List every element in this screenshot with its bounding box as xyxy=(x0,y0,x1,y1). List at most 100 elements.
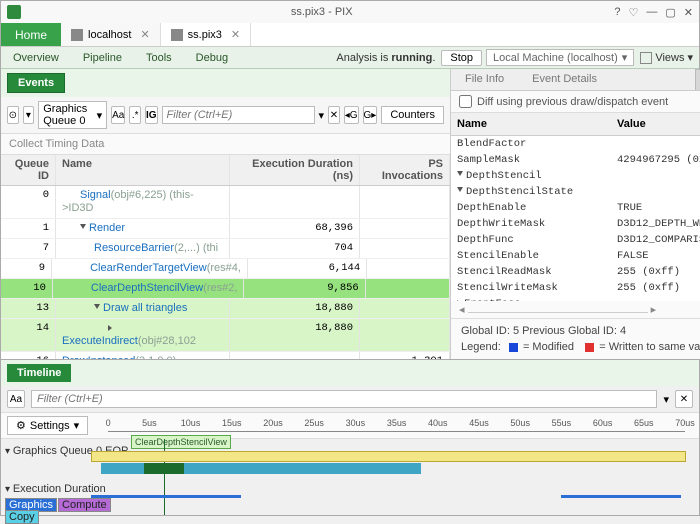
font-button[interactable]: Aa xyxy=(111,106,125,124)
event-row[interactable]: 14 ExecuteIndirect(obj#28,102 18,880 xyxy=(1,319,450,352)
chevron-down-icon[interactable]: ▾ xyxy=(319,109,325,122)
counters-button[interactable]: Counters xyxy=(381,106,444,124)
property-row[interactable]: StencilWriteMask255 (0xff) xyxy=(451,280,700,296)
timeline-event-tag[interactable]: ClearDepthStencilView xyxy=(131,435,231,449)
chevron-down-icon: ▾ xyxy=(687,51,693,64)
tl-clear-button[interactable]: ✕ xyxy=(675,390,693,408)
diff-label: Diff using previous draw/dispatch event xyxy=(477,96,668,108)
axis-tick: 30us xyxy=(346,418,366,428)
event-row[interactable]: 9 ClearRenderTargetView(res#4, 6,144 xyxy=(1,259,450,279)
camera-icon xyxy=(171,29,183,41)
subnav-item[interactable]: Overview xyxy=(1,52,71,64)
property-row[interactable]: StencilReadMask255 (0xff) xyxy=(451,264,700,280)
timeline-bar-render[interactable] xyxy=(91,451,686,462)
axis-tick: 70us xyxy=(675,418,695,428)
axis-tick: 60us xyxy=(593,418,613,428)
tl-font-button[interactable]: Aa xyxy=(7,390,25,408)
monitor-icon xyxy=(71,29,83,41)
property-row[interactable]: DepthEnableTRUE xyxy=(451,200,700,216)
subnav-item[interactable]: Debug xyxy=(184,52,240,64)
maximize-button[interactable]: ▢ xyxy=(665,6,675,19)
col-duration[interactable]: Execution Duration (ns) xyxy=(230,155,360,185)
axis-tick: 65us xyxy=(634,418,654,428)
tab-event-details[interactable]: Event Details xyxy=(518,69,611,90)
event-row[interactable]: 7 ResourceBarrier(2,...) (thi 704 xyxy=(1,239,450,259)
property-row[interactable]: BlendFactor xyxy=(451,136,700,152)
analysis-status: Analysis is running. xyxy=(336,52,435,64)
property-row[interactable]: DepthFuncD3D12_COMPARISON_FUNC_… xyxy=(451,232,700,248)
col-prop-value[interactable]: Value xyxy=(611,116,700,132)
tab-file-info[interactable]: File Info xyxy=(451,69,518,90)
axis-tick: 35us xyxy=(387,418,407,428)
event-row[interactable]: 10 ClearDepthStencilView(res#2, 9,856 xyxy=(1,279,450,299)
home-button[interactable]: Home xyxy=(1,23,61,46)
chevron-down-icon: ▾ xyxy=(74,419,80,432)
property-row[interactable]: StencilEnableFALSE xyxy=(451,248,700,264)
doc-tab[interactable]: localhost✕ xyxy=(61,23,161,46)
lane-label-exec: ▾ Execution Duration xyxy=(5,483,106,495)
tab-state[interactable]: State xyxy=(695,69,700,90)
property-row[interactable]: DepthWriteMaskD3D12_DEPTH_WRITE_MASK… xyxy=(451,216,700,232)
filter-mode-button[interactable]: .* xyxy=(129,106,141,124)
events-toolbar: ⊙ ▾ Graphics Queue 0 ▾ Aa .* IG ▾ ✕ ◂G G… xyxy=(1,97,450,134)
views-button[interactable]: Views▾ xyxy=(640,51,693,64)
exec-bar-1[interactable] xyxy=(91,495,241,498)
events-panel-header: Events xyxy=(7,73,65,93)
axis-tick: 0 xyxy=(106,418,111,428)
prev-group-button[interactable]: ◂G xyxy=(344,106,359,124)
close-button[interactable]: ✕ xyxy=(684,6,693,19)
chevron-down-icon: ▾ xyxy=(97,109,103,122)
sub-nav: OverviewPipelineToolsDebug Analysis is r… xyxy=(1,47,699,69)
timeline-filter-input[interactable] xyxy=(31,390,657,408)
chevron-down-icon: ▾ xyxy=(622,51,628,64)
chevron-down-icon[interactable]: ▾ xyxy=(663,393,669,406)
close-tab-icon[interactable]: ✕ xyxy=(140,28,149,41)
edit-icon xyxy=(640,52,652,64)
next-group-button[interactable]: G▸ xyxy=(363,106,378,124)
minimize-button[interactable]: — xyxy=(646,6,657,19)
help-icon[interactable]: ? xyxy=(614,6,620,19)
timeline-body[interactable]: ▾ Graphics Queue 0 EOP ClearDepthStencil… xyxy=(1,439,699,517)
axis-tick: 15us xyxy=(222,418,242,428)
close-tab-icon[interactable]: ✕ xyxy=(231,28,240,41)
subnav-item[interactable]: Tools xyxy=(134,52,184,64)
doc-tab[interactable]: ss.pix3✕ xyxy=(161,23,251,46)
diff-checkbox[interactable] xyxy=(459,95,472,108)
event-row[interactable]: 0 Signal(obj#6,225) (this->ID3D xyxy=(1,186,450,219)
collect-timing-link[interactable]: Collect Timing Data xyxy=(1,134,450,155)
menu-button[interactable]: ▾ xyxy=(23,106,35,124)
app-logo xyxy=(7,5,21,19)
time-axis: 05us10us15us20us25us30us35us40us45us50us… xyxy=(108,418,685,432)
group-button[interactable]: IG xyxy=(145,106,158,124)
heart-icon[interactable]: ♡ xyxy=(629,6,639,19)
property-row[interactable]: SampleMask4294967295 (0xffffffff) xyxy=(451,152,700,168)
axis-tick: 5us xyxy=(142,418,157,428)
global-id-label: Global ID: 5 Previous Global ID: 4 xyxy=(461,325,700,337)
event-row[interactable]: 13 Draw all triangles 18,880 xyxy=(1,299,450,319)
property-row[interactable]: DepthStencil xyxy=(451,168,700,184)
event-row[interactable]: 1 Render 68,396 xyxy=(1,219,450,239)
timeline-bar-selected[interactable] xyxy=(144,463,184,474)
record-button[interactable]: ⊙ xyxy=(7,106,19,124)
titlebar: ss.pix3 - PIX ? ♡ — ▢ ✕ xyxy=(1,1,699,23)
queue-selector[interactable]: Graphics Queue 0 ▾ xyxy=(38,101,107,129)
stop-button[interactable]: Stop xyxy=(441,50,482,66)
same-swatch xyxy=(585,343,594,352)
settings-button[interactable]: ⚙ Settings ▾ xyxy=(7,416,88,435)
col-ps-invocations[interactable]: PS Invocations xyxy=(360,155,450,185)
exec-bar-2[interactable] xyxy=(561,495,681,498)
events-table: Queue ID Name Execution Duration (ns) PS… xyxy=(1,155,450,359)
col-prop-name[interactable]: Name xyxy=(451,116,611,132)
machine-selector[interactable]: Local Machine (localhost)▾ xyxy=(486,49,634,66)
subnav-item[interactable]: Pipeline xyxy=(71,52,134,64)
window-title: ss.pix3 - PIX xyxy=(29,6,614,18)
axis-tick: 40us xyxy=(428,418,448,428)
modified-swatch xyxy=(509,343,518,352)
property-row[interactable]: DepthStencilState xyxy=(451,184,700,200)
clear-filter-button[interactable]: ✕ xyxy=(328,106,340,124)
legend-chip: Compute xyxy=(58,498,111,512)
col-queue-id[interactable]: Queue ID xyxy=(1,155,56,185)
filter-input[interactable] xyxy=(162,106,315,124)
event-row[interactable]: 16 DrawInstanced(3,1,0,0) 1,301 xyxy=(1,352,450,359)
col-name[interactable]: Name xyxy=(56,155,230,185)
